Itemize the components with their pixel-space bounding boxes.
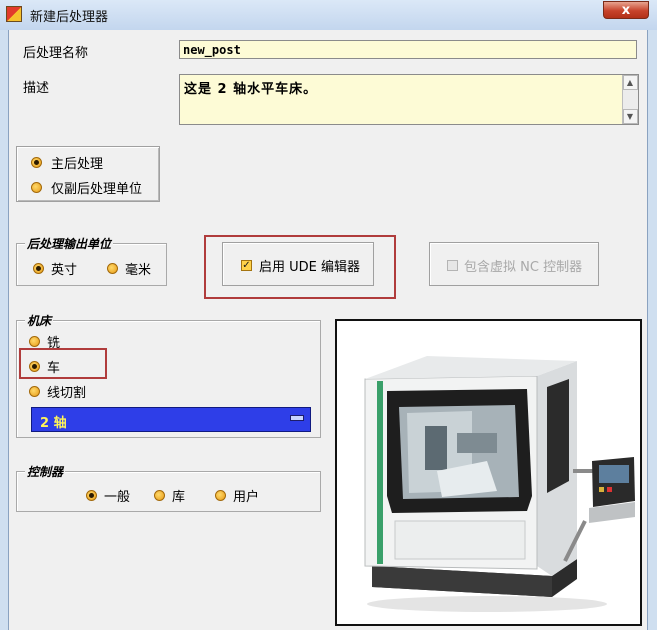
post-name-label: 后处理名称 — [23, 46, 89, 61]
post-type-sub-label: 仅副后处理单位 — [51, 182, 143, 197]
units-mm-label: 毫米 — [125, 263, 152, 278]
units-mm-radio[interactable] — [107, 263, 118, 274]
controller-user-radio[interactable] — [215, 490, 226, 501]
controller-group: 控制器 一般 库 用户 — [16, 463, 321, 512]
axis-dropdown-value: 2 轴 — [40, 416, 67, 431]
dialog-body: 后处理名称 new_post 描述 这是 2 轴水平车床。 ▲ ▼ 主后处理 仅… — [8, 30, 648, 630]
output-units-group: 后处理输出单位 英寸 毫米 — [16, 235, 167, 286]
machine-legend: 机床 — [25, 312, 54, 329]
description-scrollbar[interactable]: ▲ ▼ — [622, 75, 638, 124]
controller-generic-radio[interactable] — [86, 490, 97, 501]
machine-mill-radio[interactable] — [29, 336, 40, 347]
description-text: 这是 2 轴水平车床。 — [184, 82, 318, 97]
units-inch-label: 英寸 — [51, 263, 78, 278]
virtual-nc-checkbox-box: 包含虚拟 NC 控制器 — [429, 242, 599, 286]
controller-generic-label: 一般 — [104, 490, 131, 505]
output-units-legend: 后处理输出单位 — [25, 235, 114, 252]
post-type-main-label: 主后处理 — [51, 157, 104, 172]
ude-checkbox[interactable]: ✓ — [241, 260, 252, 271]
ude-checkbox-label: 启用 UDE 编辑器 — [259, 260, 361, 275]
virtual-nc-checkbox — [447, 260, 458, 271]
window-title: 新建后处理器 — [30, 10, 109, 25]
lathe-highlight-frame — [19, 348, 107, 379]
controller-library-label: 库 — [172, 490, 186, 505]
units-inch-radio[interactable] — [33, 263, 44, 274]
virtual-nc-label: 包含虚拟 NC 控制器 — [464, 260, 583, 275]
post-name-input[interactable]: new_post — [179, 40, 637, 59]
controller-user-label: 用户 — [233, 490, 260, 505]
machine-group: 机床 铣 车 线切割 2 轴 — [16, 312, 321, 438]
machine-wire-radio[interactable] — [29, 386, 40, 397]
controller-library-radio[interactable] — [154, 490, 165, 501]
scroll-down-icon[interactable]: ▼ — [623, 109, 638, 124]
description-input[interactable]: 这是 2 轴水平车床。 ▲ ▼ — [179, 74, 639, 125]
scroll-up-icon[interactable]: ▲ — [623, 75, 638, 90]
title-bar: 新建后处理器 x — [0, 0, 657, 30]
close-button[interactable]: x — [603, 1, 649, 19]
description-label: 描述 — [23, 81, 50, 96]
axis-dropdown[interactable]: 2 轴 — [31, 407, 311, 432]
app-icon — [6, 6, 22, 22]
post-type-group: 主后处理 仅副后处理单位 — [16, 146, 160, 202]
ude-checkbox-box[interactable]: ✓ 启用 UDE 编辑器 — [222, 242, 374, 286]
post-type-main-radio[interactable] — [31, 157, 42, 168]
controller-legend: 控制器 — [25, 463, 66, 480]
machine-wire-label: 线切割 — [47, 386, 87, 401]
lathe-machine-image — [364, 356, 635, 612]
post-type-sub-radio[interactable] — [31, 182, 42, 193]
close-icon: x — [621, 3, 631, 18]
machine-preview-image — [335, 319, 642, 626]
dropdown-bar-icon[interactable] — [290, 415, 304, 421]
